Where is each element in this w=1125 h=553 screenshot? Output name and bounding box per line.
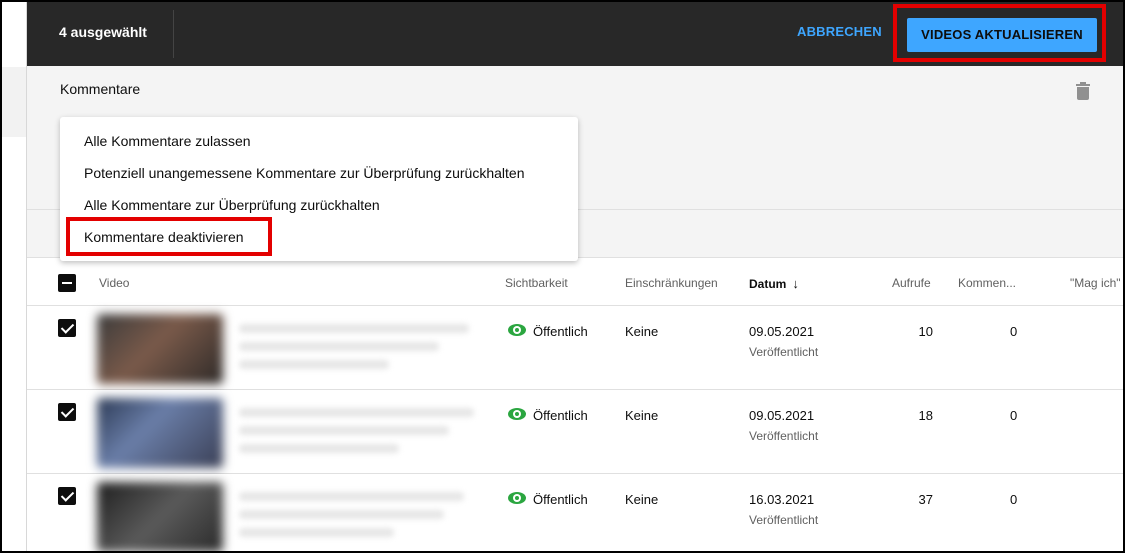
table-row: Öffentlich Keine 09.05.2021 Veröffentlic… xyxy=(27,390,1123,474)
video-description-blurred xyxy=(239,342,439,351)
sort-down-icon: ↓ xyxy=(792,276,799,291)
video-thumbnail[interactable] xyxy=(97,398,223,468)
date-value: 09.05.2021 xyxy=(749,408,815,423)
bulk-edit-bar: 4 ausgewählt ABBRECHEN VIDEOS AKTUALISIE… xyxy=(27,2,1123,66)
col-views: Aufrufe xyxy=(892,276,931,290)
col-video: Video xyxy=(99,276,130,290)
visibility-value[interactable]: Öffentlich xyxy=(533,408,588,423)
col-visibility: Sichtbarkeit xyxy=(505,276,568,290)
restrictions-value: Keine xyxy=(625,492,659,507)
table-row: Öffentlich Keine 09.05.2021 Veröffentlic… xyxy=(27,306,1123,390)
option-hold-inappropriate[interactable]: Potenziell unangemessene Kommentare zur … xyxy=(60,157,578,189)
comments-value: 0 xyxy=(1010,324,1018,339)
video-thumbnail[interactable] xyxy=(97,314,223,384)
table-header: Video Sichtbarkeit Einschränkungen Datum… xyxy=(27,258,1125,306)
status-value: Veröffentlicht xyxy=(749,345,819,359)
row-checkbox[interactable] xyxy=(58,319,76,337)
col-date[interactable]: Datum ↓ xyxy=(749,276,799,291)
video-thumbnail[interactable] xyxy=(97,482,223,551)
left-sidebar-strip xyxy=(2,2,26,551)
highlight-disable-option xyxy=(66,217,272,256)
video-title-blurred xyxy=(239,408,474,417)
video-description-blurred xyxy=(239,510,444,519)
col-likes: "Mag ich" ( xyxy=(1070,276,1125,290)
select-all-checkbox[interactable] xyxy=(58,274,76,292)
restrictions-value: Keine xyxy=(625,408,659,423)
panel-title: Kommentare xyxy=(60,81,141,97)
sidebar-shade xyxy=(2,67,26,137)
video-description-blurred xyxy=(239,444,399,453)
eye-icon xyxy=(508,324,526,336)
visibility-value[interactable]: Öffentlich xyxy=(533,324,588,339)
views-value: 37 xyxy=(918,492,933,507)
col-comments: Kommen... xyxy=(958,276,1017,290)
views-value: 10 xyxy=(918,324,933,339)
video-title-blurred xyxy=(239,492,464,501)
trash-icon[interactable] xyxy=(1076,82,1090,101)
highlight-update-button xyxy=(893,4,1106,62)
date-value: 16.03.2021 xyxy=(749,492,815,507)
studio-content: 4 ausgewählt ABBRECHEN VIDEOS AKTUALISIE… xyxy=(26,2,1125,551)
comments-value: 0 xyxy=(1010,408,1018,423)
bar-divider xyxy=(173,10,174,58)
date-value: 09.05.2021 xyxy=(749,324,815,339)
cancel-button[interactable]: ABBRECHEN xyxy=(797,24,882,39)
visibility-value[interactable]: Öffentlich xyxy=(533,492,588,507)
restrictions-value: Keine xyxy=(625,324,659,339)
video-description-blurred xyxy=(239,360,389,369)
table-row: Öffentlich Keine 16.03.2021 Veröffentlic… xyxy=(27,474,1123,551)
video-description-blurred xyxy=(239,528,394,537)
row-checkbox[interactable] xyxy=(58,487,76,505)
comments-value: 0 xyxy=(1010,492,1018,507)
col-restrictions: Einschränkungen xyxy=(625,276,718,290)
selected-count: 4 ausgewählt xyxy=(59,24,147,40)
eye-icon xyxy=(508,492,526,504)
screenshot-frame: 4 ausgewählt ABBRECHEN VIDEOS AKTUALISIE… xyxy=(0,0,1125,553)
eye-icon xyxy=(508,408,526,420)
video-description-blurred xyxy=(239,426,449,435)
status-value: Veröffentlicht xyxy=(749,513,819,527)
video-title-blurred xyxy=(239,324,469,333)
option-allow-all[interactable]: Alle Kommentare zulassen xyxy=(60,125,578,157)
status-value: Veröffentlicht xyxy=(749,429,819,443)
col-date-label: Datum xyxy=(749,277,787,291)
views-value: 18 xyxy=(918,408,933,423)
row-checkbox[interactable] xyxy=(58,403,76,421)
